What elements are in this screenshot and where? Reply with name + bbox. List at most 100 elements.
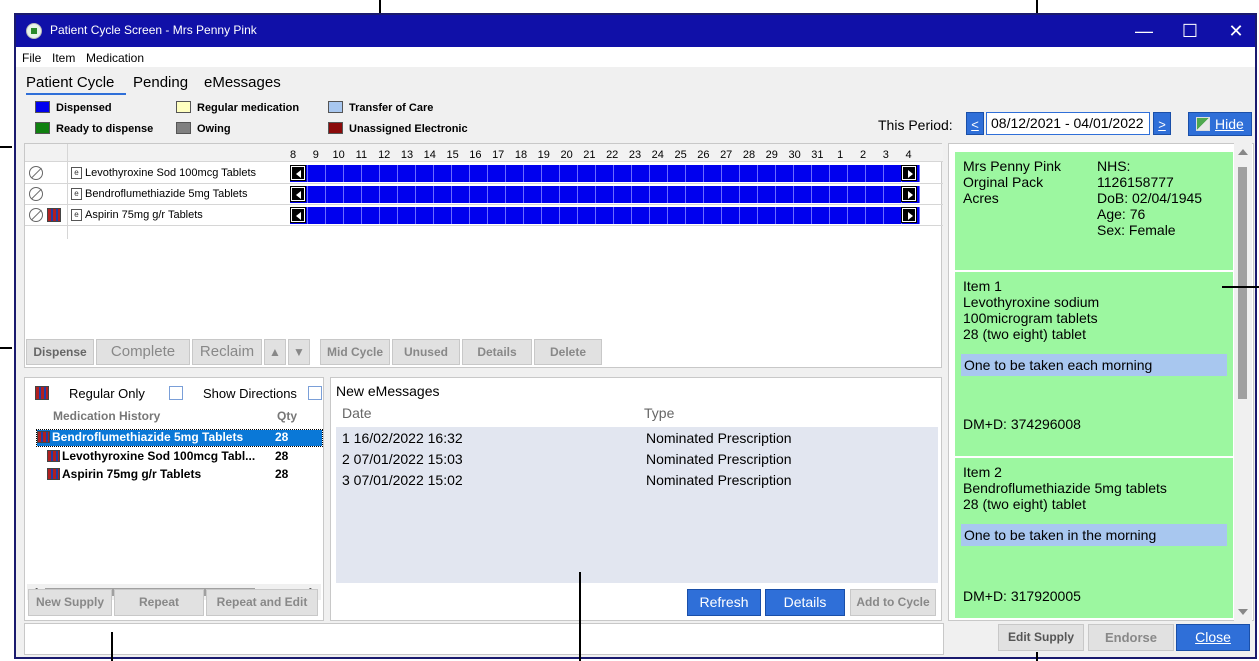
annotation-arrow [111,632,113,661]
emessage-row[interactable]: 1 16/02/2022 16:32 Nominated Prescription [342,430,792,446]
item-card[interactable]: Item 1 Levothyroxine sodium 100microgram… [955,272,1233,456]
unused-button[interactable]: Unused [392,339,460,365]
hide-button[interactable]: Hide [1188,112,1252,136]
legend-label: Ready to dispense [56,123,154,135]
emessage-details-button[interactable]: Details [765,589,845,616]
mid-cycle-button[interactable]: Mid Cycle [320,339,390,365]
move-up-button[interactable]: ▲ [264,339,286,365]
emessage-row[interactable]: 3 07/01/2022 15:02 Nominated Prescription [342,472,792,488]
summary-scrollbar[interactable] [1234,143,1252,621]
scroll-left-icon[interactable] [290,165,306,181]
legend-swatch [35,122,50,134]
scroll-right-icon[interactable] [901,186,917,202]
complete-button[interactable]: Complete [96,339,190,365]
history-row[interactable]: Bendroflumethiazide 5mg Tablets 28 [36,429,323,447]
history-row[interactable]: Levothyroxine Sod 100mcg Tabl... 28 [37,449,322,465]
delete-button[interactable]: Delete [534,339,602,365]
endorse-button[interactable]: Endorse [1088,624,1174,651]
hide-icon [1196,117,1210,131]
close-window-button[interactable]: ✕ [1213,15,1255,47]
add-to-cycle-button[interactable]: Add to Cycle [850,589,936,616]
menu-bar: File Item Medication [16,47,1255,67]
period-range-field[interactable]: 08/12/2021 - 04/01/2022 [986,112,1150,135]
day-number: 3 [882,149,889,161]
item-strength: 100microgram tablets [963,310,1098,326]
day-number: 9 [312,149,319,161]
show-directions-label: Show Directions [203,386,297,401]
medication-row[interactable]: e Aspirin 75mg g/r Tablets [25,205,943,226]
history-row[interactable]: Aspirin 75mg g/r Tablets 28 [37,467,322,483]
calendar-grid-icon [47,208,61,222]
reclaim-button[interactable]: Reclaim [192,339,262,365]
day-number: 17 [492,149,505,161]
day-number: 22 [606,149,619,161]
menu-item[interactable]: Item [52,51,75,65]
scroll-up-icon[interactable] [1238,149,1248,155]
move-down-button[interactable]: ▼ [288,339,310,365]
dispensed-cells[interactable] [290,207,920,224]
day-number: 20 [560,149,573,161]
history-name: Bendroflumethiazide 5mg Tablets [52,430,244,444]
emessage-row[interactable]: 2 07/01/2022 15:03 Nominated Prescription [342,451,792,467]
status-bar [24,623,944,655]
scroll-right-icon[interactable] [901,165,917,181]
day-number: 12 [378,149,391,161]
no-entry-icon[interactable] [29,208,43,222]
patient-cycle-window: Patient Cycle Screen - Mrs Penny Pink — … [14,13,1257,659]
edit-supply-button[interactable]: Edit Supply [998,624,1084,651]
tab-pending[interactable]: Pending [133,74,188,91]
day-number: 2 [859,149,867,161]
medication-row[interactable]: e Levothyroxine Sod 100mcg Tablets [25,163,943,184]
dispense-button[interactable]: Dispense [26,339,94,365]
legend-swatch [328,101,343,113]
medication-row[interactable]: e Bendroflumethiazide 5mg Tablets [25,184,943,205]
minimize-button[interactable]: — [1121,15,1167,47]
window-title: Patient Cycle Screen - Mrs Penny Pink [50,23,257,37]
scroll-down-icon[interactable] [1238,609,1248,615]
item-quantity: 28 (two eight) tablet [963,496,1086,512]
qty-header: Qty [277,409,298,423]
maximize-button[interactable]: ☐ [1167,15,1213,47]
day-number: 26 [697,149,710,161]
item-drug: Bendroflumethiazide 5mg tablets [963,480,1167,496]
emessages-list[interactable]: 1 16/02/2022 16:32 Nominated Prescription… [336,427,938,583]
period-label: This Period: [878,117,953,133]
patient-summary-panel: Mrs Penny Pink Orginal Pack Acres NHS: 1… [948,143,1254,621]
repeat-and-edit-button[interactable]: Repeat and Edit [206,589,318,616]
menu-file[interactable]: File [22,51,41,65]
refresh-button[interactable]: Refresh [687,589,761,616]
new-supply-button[interactable]: New Supply [28,589,112,616]
details-button[interactable]: Details [462,339,532,365]
scroll-left-icon[interactable] [290,186,306,202]
next-period-button[interactable]: > [1153,112,1171,135]
tab-emessages[interactable]: eMessages [204,74,281,91]
show-directions-checkbox[interactable] [308,386,322,400]
no-entry-icon[interactable] [29,166,43,180]
day-number: 18 [514,149,528,161]
menu-medication[interactable]: Medication [86,51,144,65]
dispensed-cells[interactable] [290,186,920,203]
previous-period-button[interactable]: < [966,112,984,135]
no-entry-icon[interactable] [29,187,43,201]
day-number: 25 [674,149,687,161]
scroll-right-icon[interactable] [901,207,917,223]
item-card[interactable]: Item 2 Bendroflumethiazide 5mg tablets 2… [955,458,1233,618]
scroll-thumb[interactable] [1238,167,1247,399]
item-drug: Levothyroxine sodium [963,294,1100,310]
dispensed-cells[interactable] [290,165,920,182]
scroll-left-icon[interactable] [290,207,306,223]
close-button[interactable]: Close [1176,624,1250,651]
grid-icon [47,468,60,480]
legend-label: Transfer of Care [349,102,434,114]
tab-patient-cycle[interactable]: Patient Cycle [26,74,114,91]
calendar-grid-icon [35,386,49,400]
item-directions: One to be taken each morning [961,354,1227,376]
day-number: 29 [765,149,778,161]
regular-only-checkbox[interactable] [169,386,183,400]
repeat-button[interactable]: Repeat [114,589,204,616]
patient-pack: Orginal Pack [963,174,1044,190]
patient-name: Mrs Penny Pink [963,158,1062,174]
annotation-arrow [1036,652,1038,661]
patient-town: Acres [963,190,999,206]
emessage-date: 1 16/02/2022 16:32 [342,430,463,446]
